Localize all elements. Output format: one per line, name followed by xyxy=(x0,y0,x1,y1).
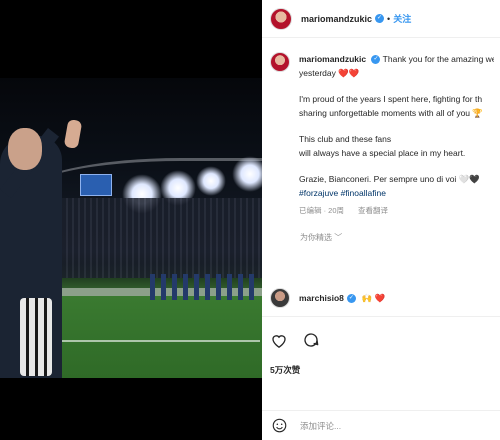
comments-section[interactable]: mariomandzukic ✓ Thank you for the amazi… xyxy=(262,52,500,316)
post-photo-pane xyxy=(0,0,262,440)
player-head xyxy=(8,128,42,170)
caption-line: Grazie, Bianconeri. Per sempre uno di vo… xyxy=(299,174,480,184)
caption-body: mariomandzukic ✓ Thank you for the amazi… xyxy=(299,52,494,218)
caption-avatar[interactable] xyxy=(270,52,290,72)
post-header: mariomandzukic ✓ • 关注 xyxy=(262,0,500,38)
verified-badge-icon: ✓ xyxy=(371,55,381,65)
translate-link[interactable]: 查看翻译 xyxy=(358,204,388,218)
likes-count[interactable]: 5万次赞 xyxy=(270,364,300,376)
player-hand xyxy=(63,118,83,150)
selected-replies-toggle[interactable]: 为你精选 ﹀ xyxy=(300,232,500,243)
caption-line: I'm proud of the years I spent here, fig… xyxy=(299,94,483,104)
held-jersey xyxy=(20,298,52,376)
commenter-username[interactable]: marchisio8 xyxy=(299,293,344,303)
top-comment: marchisio8 ✓ 🙌 ❤️ xyxy=(270,288,385,308)
verified-badge-icon: ✓ xyxy=(346,293,356,303)
players-lineup xyxy=(150,274,260,300)
caption-meta: 已编辑 · 20周 查看翻译 xyxy=(299,204,494,218)
separator-dot: • xyxy=(387,13,391,24)
caption-line: sharing unforgettable moments with all o… xyxy=(299,108,483,118)
smiley-icon[interactable] xyxy=(270,417,288,435)
caption-line: This club and these fans xyxy=(299,134,392,144)
caption-line: Thank you for the amazing we xyxy=(382,54,494,64)
caption-line: will always have a special place in my h… xyxy=(299,148,466,158)
author-avatar[interactable] xyxy=(270,7,292,30)
heart-icon[interactable] xyxy=(270,331,288,349)
stadium-screen xyxy=(80,174,112,196)
post-photo[interactable] xyxy=(0,78,262,378)
post-panel: mariomandzukic ✓ • 关注 mariomandzukic ✓ T… xyxy=(262,0,500,440)
follow-button[interactable]: 关注 xyxy=(393,12,411,25)
add-comment-bar xyxy=(262,410,500,440)
comment-text: 🙌 ❤️ xyxy=(361,292,386,303)
commenter-avatar[interactable] xyxy=(270,288,290,308)
post-actions xyxy=(262,316,500,349)
caption: mariomandzukic ✓ Thank you for the amazi… xyxy=(262,52,500,218)
comment-icon[interactable] xyxy=(302,331,320,349)
verified-badge-icon: ✓ xyxy=(375,14,385,23)
floodlight xyxy=(196,166,226,196)
floodlight xyxy=(232,156,262,192)
caption-username[interactable]: mariomandzukic xyxy=(299,54,366,64)
caption-time: 已编辑 · 20周 xyxy=(299,206,345,215)
caption-line: yesterday ❤️❤️ xyxy=(299,68,360,78)
comment-input[interactable] xyxy=(300,420,480,431)
author-username[interactable]: mariomandzukic xyxy=(301,14,372,24)
caption-hashtags[interactable]: #forzajuve #finoallafine xyxy=(299,186,494,200)
